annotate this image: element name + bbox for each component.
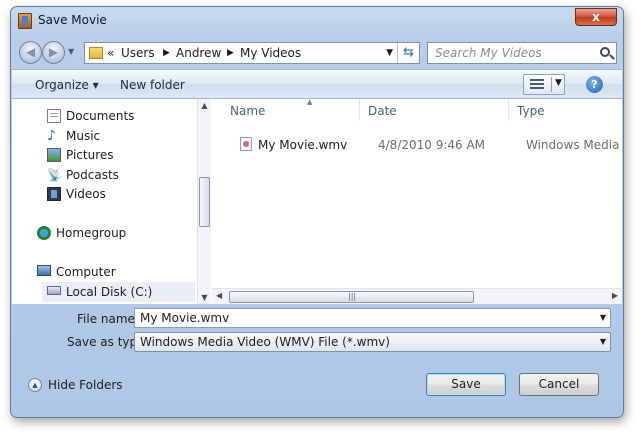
folder-icon	[89, 47, 103, 59]
column-label: Type	[517, 104, 545, 118]
documents-icon	[47, 109, 61, 123]
save-as-type-select[interactable]: Windows Media Video (WMV) File (*.wmv) ▼	[134, 332, 611, 352]
forward-button[interactable]: ▶	[42, 41, 65, 64]
scroll-left-arrow-icon[interactable]: ◀	[216, 291, 222, 300]
breadcrumb-my-videos[interactable]: My Videos	[240, 46, 301, 60]
sidebar-item-label: Local Disk (C:)	[66, 285, 153, 299]
file-name-cell: My Movie.wmv	[258, 138, 348, 152]
column-header-name[interactable]: Name ▲	[222, 98, 360, 121]
file-date-cell: 4/8/2010 9:46 AM	[378, 138, 486, 152]
grip-icon: |||	[348, 292, 357, 301]
sidebar-item-label: Music	[66, 129, 101, 143]
scroll-right-arrow-icon[interactable]: ▶	[612, 291, 618, 300]
file-list: Name ▲ Date Type My Movie.wmv 4/8/2010 9…	[212, 98, 624, 304]
save-as-type-dropdown-icon[interactable]: ▼	[600, 337, 606, 346]
sidebar-item-pictures[interactable]: Pictures	[47, 147, 187, 165]
computer-icon	[37, 265, 51, 276]
scroll-up-arrow-icon[interactable]: ▲	[198, 101, 211, 110]
table-row[interactable]: My Movie.wmv 4/8/2010 9:46 AM Windows Me…	[212, 135, 624, 155]
file-name-field[interactable]: ▼	[134, 308, 611, 328]
sidebar-item-homegroup[interactable]: Homegroup	[37, 225, 187, 243]
column-label: Name	[230, 104, 266, 118]
search-input[interactable]: Search My Videos	[435, 46, 542, 60]
navigation-row: ◀ ▶ ▼ « Users ▶ Andrew ▶ My Videos ▼ ⇆ S…	[11, 39, 623, 67]
hide-folders-label: Hide Folders	[48, 378, 123, 392]
divider	[551, 77, 552, 92]
sidebar-item-videos[interactable]: Videos	[47, 186, 187, 204]
column-header-date[interactable]: Date	[360, 99, 509, 121]
new-folder-button[interactable]: New folder	[120, 78, 185, 92]
sidebar-item-label: Computer	[56, 265, 116, 279]
address-dropdown-icon[interactable]: ▼	[386, 48, 393, 58]
sidebar-item-label: Pictures	[66, 148, 114, 162]
file-name-input[interactable]	[140, 311, 580, 325]
recent-pages-chevron-icon[interactable]: ▼	[68, 47, 74, 56]
command-bar: Organize ▾ New folder ▼ ?	[12, 69, 622, 99]
sidebar-item-music[interactable]: ♪ Music	[47, 128, 187, 146]
scroll-down-arrow-icon[interactable]: ▼	[198, 293, 211, 302]
organize-button[interactable]: Organize ▾	[35, 78, 99, 92]
collapse-up-icon: ▲	[28, 378, 42, 392]
back-button[interactable]: ◀	[19, 41, 42, 64]
main-pane: Documents ♪ Music Pictures 📡 Podcasts Vi…	[12, 98, 624, 304]
breadcrumb-separator-icon[interactable]: ▶	[227, 48, 234, 58]
file-name-dropdown-icon[interactable]: ▼	[600, 313, 606, 322]
file-name-label: File name:	[77, 312, 139, 326]
breadcrumb-andrew[interactable]: Andrew	[176, 46, 221, 60]
podcasts-icon: 📡	[47, 168, 62, 182]
change-view-button[interactable]: ▼	[523, 74, 565, 95]
sidebar-item-label: Videos	[66, 187, 106, 201]
close-button[interactable]: x	[575, 8, 617, 26]
back-arrow-icon: ◀	[25, 45, 36, 59]
sidebar-item-local-disk[interactable]: Local Disk (C:)	[42, 282, 195, 302]
sort-ascending-icon: ▲	[307, 98, 313, 106]
sidebar-item-label: Homegroup	[56, 226, 127, 240]
save-as-type-value: Windows Media Video (WMV) File (*.wmv)	[140, 335, 390, 349]
title-bar[interactable]: Save Movie x	[11, 7, 623, 35]
refresh-icon[interactable]: ⇆	[397, 43, 419, 63]
search-box[interactable]: Search My Videos	[427, 42, 617, 64]
movie-maker-icon	[18, 13, 32, 29]
videos-icon	[47, 187, 61, 201]
save-movie-dialog: Save Movie x ◀ ▶ ▼ « Users ▶ Andrew ▶ My…	[10, 6, 624, 418]
view-options-chevron-icon[interactable]: ▼	[555, 78, 562, 88]
save-button[interactable]: Save	[426, 373, 506, 396]
disk-icon	[47, 286, 61, 295]
wmv-file-icon	[240, 137, 252, 151]
sidebar-item-documents[interactable]: Documents	[47, 108, 187, 126]
sidebar-item-label: Documents	[66, 109, 135, 123]
music-icon: ♪	[47, 128, 56, 144]
file-type-cell: Windows Media A...	[526, 138, 624, 152]
details-view-icon	[530, 79, 544, 90]
sidebar-scrollbar[interactable]: ▲ ▼	[197, 99, 211, 304]
scrollbar-thumb[interactable]	[199, 177, 210, 227]
file-list-horizontal-scrollbar[interactable]: ◀ ||| ▶	[212, 288, 622, 304]
column-header-type[interactable]: Type	[509, 99, 619, 121]
pictures-icon	[47, 148, 61, 162]
cancel-button[interactable]: Cancel	[519, 373, 599, 396]
breadcrumb-users[interactable]: Users	[121, 46, 155, 60]
sidebar-item-podcasts[interactable]: 📡 Podcasts	[47, 167, 187, 185]
breadcrumb-separator-icon[interactable]: ▶	[163, 48, 170, 58]
navigation-pane: Documents ♪ Music Pictures 📡 Podcasts Vi…	[12, 99, 211, 304]
forward-arrow-icon: ▶	[48, 45, 59, 59]
column-label: Date	[368, 104, 397, 118]
breadcrumb-overflow[interactable]: «	[107, 46, 114, 60]
scrollbar-thumb[interactable]: |||	[229, 291, 474, 303]
sidebar-item-label: Podcasts	[66, 168, 119, 182]
address-bar[interactable]: « Users ▶ Andrew ▶ My Videos ▼ ⇆	[84, 42, 420, 64]
window-title: Save Movie	[38, 13, 107, 27]
sidebar-item-computer[interactable]: Computer	[37, 264, 187, 282]
homegroup-icon	[37, 226, 51, 240]
search-icon[interactable]	[600, 47, 610, 57]
help-icon[interactable]: ?	[586, 76, 603, 93]
